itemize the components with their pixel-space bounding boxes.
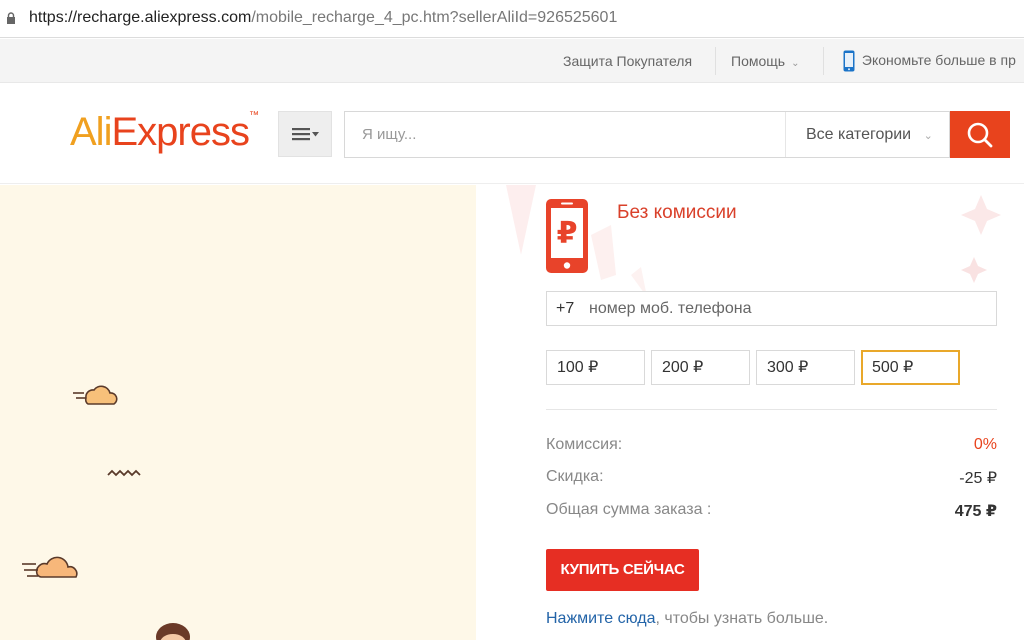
promo-illustration	[0, 185, 476, 640]
logo-trademark: ™	[248, 110, 259, 121]
top-utility-bar: Защита Покупателя Помощь ⌄ Экономьте боль…	[0, 39, 1024, 83]
category-label: Все категории	[806, 126, 912, 143]
url-text[interactable]: https://recharge.aliexpress.com/mobile_r…	[29, 9, 617, 27]
help-label: Помощь	[731, 53, 786, 69]
illustration-art	[22, 385, 190, 640]
search-icon	[967, 122, 993, 147]
search-input[interactable]	[345, 112, 785, 157]
site-header: AliExpress™ Все категории ⌄	[0, 84, 1024, 184]
commission-label: Комиссия:	[546, 436, 623, 453]
discount-row: Скидка: -25 ₽	[546, 468, 997, 490]
aliexpress-logo[interactable]: AliExpress™	[70, 110, 259, 155]
divider	[546, 409, 997, 410]
category-select[interactable]: Все категории ⌄	[785, 112, 950, 157]
learn-more-suffix: , чтобы узнать больше.	[655, 610, 829, 627]
logo-express: Express	[111, 110, 249, 154]
svg-text:₽: ₽	[557, 216, 578, 251]
wave-icon	[107, 469, 141, 477]
recharge-form: ₽ Без комиссии +7 100 ₽ 200 ₽ 300 ₽ 500 …	[476, 185, 1024, 640]
mobile-phone-icon	[843, 50, 855, 72]
no-commission-label: Без комиссии	[617, 202, 737, 223]
chevron-down-icon: ⌄	[791, 58, 800, 69]
amount-option-100[interactable]: 100 ₽	[546, 350, 645, 385]
logo-ali: Ali	[70, 110, 112, 154]
chevron-down-icon: ⌄	[923, 130, 933, 142]
url-path: /mobile_recharge_4_pc.htm?sellerAliId=92…	[251, 9, 618, 26]
discount-value: -25 ₽	[959, 470, 997, 487]
country-code: +7	[556, 300, 575, 317]
buy-now-button[interactable]: КУПИТЬ СЕЙЧАС	[546, 549, 699, 591]
lock-icon	[7, 12, 15, 24]
cloud-icon	[22, 556, 78, 578]
character-head	[156, 623, 190, 640]
mobile-ruble-icon: ₽	[546, 199, 588, 273]
url-host: https://recharge.aliexpress.com	[29, 9, 252, 26]
categories-menu-button[interactable]	[278, 111, 332, 157]
app-promo-link[interactable]: Экономьте больше в пр	[843, 50, 1016, 72]
search-box: Все категории ⌄	[344, 111, 950, 158]
buyer-protection-link[interactable]: Защита Покупателя	[563, 53, 692, 69]
address-bar[interactable]: https://recharge.aliexpress.com/mobile_r…	[0, 0, 1024, 38]
divider	[715, 47, 716, 75]
commission-row: Комиссия: 0%	[546, 436, 997, 458]
app-promo-label: Экономьте больше в пр	[861, 51, 1016, 68]
hamburger-icon	[292, 128, 319, 141]
help-menu[interactable]: Помощь ⌄	[731, 53, 799, 69]
total-value: 475 ₽	[954, 503, 997, 520]
phone-number-field: +7	[546, 291, 997, 326]
search-button[interactable]	[950, 111, 1010, 158]
divider	[823, 47, 824, 75]
amount-option-500-selected[interactable]: 500 ₽	[861, 350, 960, 385]
cloud-icon	[73, 385, 118, 405]
total-row: Общая сумма заказа : 475 ₽	[546, 501, 997, 523]
learn-more-text: Нажмите сюда, чтобы узнать больше.	[546, 610, 828, 628]
learn-more-link[interactable]: Нажмите сюда	[546, 610, 655, 627]
amount-option-200[interactable]: 200 ₽	[651, 350, 750, 385]
commission-value: 0%	[973, 436, 997, 453]
amount-option-300[interactable]: 300 ₽	[756, 350, 855, 385]
phone-input[interactable]	[587, 292, 987, 325]
total-label: Общая сумма заказа :	[546, 501, 712, 518]
discount-label: Скидка:	[546, 468, 604, 485]
